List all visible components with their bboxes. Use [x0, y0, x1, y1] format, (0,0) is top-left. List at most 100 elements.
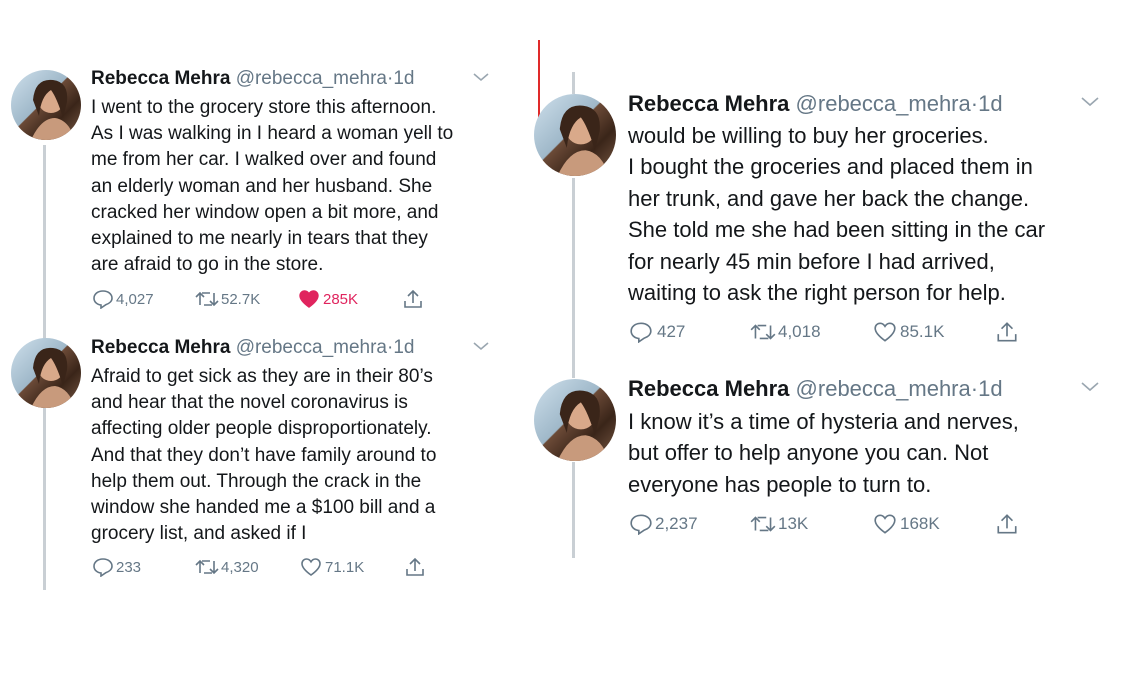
author-name[interactable]: Rebecca Mehra — [628, 91, 789, 116]
reply-button[interactable]: 427 — [629, 321, 749, 343]
reply-icon — [92, 289, 114, 309]
share-icon — [995, 512, 1019, 536]
author-handle[interactable]: @rebecca_mehra — [236, 68, 387, 89]
timestamp[interactable]: 1d — [978, 91, 1002, 116]
text-line: I went to the grocery store this afterno… — [91, 97, 437, 118]
retweet-button[interactable]: 4,320 — [194, 557, 300, 577]
like-count: 168K — [900, 514, 940, 533]
author-name[interactable]: Rebecca Mehra — [628, 376, 789, 401]
reply-button[interactable]: 233 — [92, 557, 194, 577]
text-line: I bought the groceries and placed them i… — [628, 154, 1033, 180]
chevron-down-icon[interactable] — [1080, 379, 1100, 398]
text-line: window she handed me a $100 bill and a — [91, 497, 436, 519]
retweet-icon — [194, 289, 220, 309]
share-button[interactable] — [402, 288, 424, 310]
author-handle[interactable]: @rebecca_mehra — [796, 91, 971, 116]
retweet-button[interactable]: 52.7K — [194, 289, 298, 309]
avatar[interactable] — [11, 338, 81, 408]
like-count: 71.1K — [325, 558, 365, 576]
author-name[interactable]: Rebecca Mehra — [91, 337, 230, 358]
text-line: She told me she had been sitting in the … — [628, 217, 1046, 243]
like-button[interactable]: 285K — [298, 289, 402, 309]
text-line: waiting to ask the right person for help… — [628, 280, 1006, 306]
text-line: grocery list, and asked if I — [91, 523, 307, 545]
text-line: As I was walking in I heard a woman yell… — [91, 123, 454, 145]
chevron-down-icon[interactable] — [1080, 94, 1100, 113]
share-icon — [404, 556, 426, 578]
share-button[interactable] — [995, 320, 1019, 344]
text-line: explained to me nearly in tears that the… — [91, 228, 428, 250]
reply-icon — [629, 321, 653, 343]
author-name[interactable]: Rebecca Mehra — [91, 68, 230, 89]
reply-button[interactable]: 2,237 — [629, 513, 749, 535]
text-line: cracked her window open a bit more, and — [91, 201, 439, 223]
retweet-icon — [749, 513, 777, 535]
tweet-header: Rebecca Mehra @rebecca_mehra·1d — [91, 68, 414, 90]
author-handle[interactable]: @rebecca_mehra — [236, 337, 387, 358]
retweet-count: 4,018 — [778, 322, 821, 341]
tweet-header: Rebecca Mehra @rebecca_mehra·1d — [628, 376, 1003, 402]
avatar[interactable] — [534, 379, 616, 461]
like-count: 285K — [323, 290, 359, 308]
tweet-text: would be willing to buy her groceries. I… — [628, 120, 1045, 308]
timestamp[interactable]: 1d — [393, 337, 414, 358]
retweet-count: 4,320 — [221, 558, 259, 576]
tweet-text: I know it’s a time of hysteria and nerve… — [628, 406, 1019, 500]
share-icon — [995, 320, 1019, 344]
reply-button[interactable]: 4,027 — [92, 289, 194, 309]
separator-dot: · — [970, 376, 979, 401]
text-line: would be willing to buy her groceries. — [628, 123, 989, 148]
tweet-header: Rebecca Mehra @rebecca_mehra·1d — [628, 91, 1003, 117]
reply-count: 427 — [657, 322, 686, 341]
chevron-down-icon[interactable] — [472, 339, 490, 357]
heart-icon — [873, 321, 897, 343]
chevron-down-icon[interactable] — [472, 70, 490, 88]
text-line: me from her car. I walked over and found — [91, 149, 437, 171]
retweet-button[interactable]: 4,018 — [749, 321, 873, 343]
text-line: are afraid to go in the store. — [91, 254, 324, 276]
retweet-icon — [194, 557, 220, 577]
retweet-count: 13K — [778, 514, 809, 533]
avatar[interactable] — [11, 70, 81, 140]
text-line: an elderly woman and her husband. She — [91, 175, 433, 197]
thread-line-right — [572, 72, 575, 94]
tweet-actions: 4,027 52.7K 285K — [92, 288, 424, 310]
retweet-button[interactable]: 13K — [749, 513, 873, 535]
like-button[interactable]: 71.1K — [300, 557, 404, 577]
like-count: 85.1K — [900, 322, 945, 341]
tweet-text: I went to the grocery store this afterno… — [91, 95, 453, 278]
reply-icon — [92, 557, 114, 577]
retweet-icon — [749, 321, 777, 343]
separator-dot: · — [970, 91, 979, 116]
text-line: everyone has people to turn to. — [628, 471, 932, 497]
text-line: and hear that the novel coronavirus is — [91, 392, 408, 414]
share-button[interactable] — [404, 556, 426, 578]
heart-icon — [300, 557, 322, 577]
tweet-actions: 2,237 13K 168K — [629, 512, 1019, 536]
text-line: for nearly 45 min before I had arrived, — [628, 248, 995, 274]
text-line: but offer to help anyone you can. Not — [628, 440, 989, 466]
share-icon — [402, 288, 424, 310]
reply-count: 2,237 — [655, 514, 698, 533]
avatar[interactable] — [534, 94, 616, 176]
timestamp[interactable]: 1d — [978, 376, 1002, 401]
timestamp[interactable]: 1d — [393, 68, 414, 89]
text-line: I know it’s a time of hysteria and nerve… — [628, 409, 1019, 434]
text-line: Afraid to get sick as they are in their … — [91, 366, 433, 387]
tweet-header: Rebecca Mehra @rebecca_mehra·1d — [91, 337, 414, 359]
thread-line-right — [572, 178, 575, 378]
heart-icon — [298, 289, 320, 309]
like-button[interactable]: 168K — [873, 513, 995, 535]
retweet-count: 52.7K — [221, 290, 261, 308]
author-handle[interactable]: @rebecca_mehra — [796, 376, 971, 401]
text-line: And that they don’t have family around t… — [91, 444, 437, 466]
tweet-actions: 427 4,018 85.1K — [629, 320, 1019, 344]
tweet-text: Afraid to get sick as they are in their … — [91, 364, 436, 547]
reply-count: 4,027 — [116, 290, 154, 308]
text-line: affecting older people disproportionatel… — [91, 418, 432, 440]
tweet-actions: 233 4,320 71.1K — [92, 556, 426, 578]
reply-count: 233 — [116, 558, 142, 576]
text-line: her trunk, and gave her back the change. — [628, 185, 1030, 211]
like-button[interactable]: 85.1K — [873, 321, 995, 343]
share-button[interactable] — [995, 512, 1019, 536]
